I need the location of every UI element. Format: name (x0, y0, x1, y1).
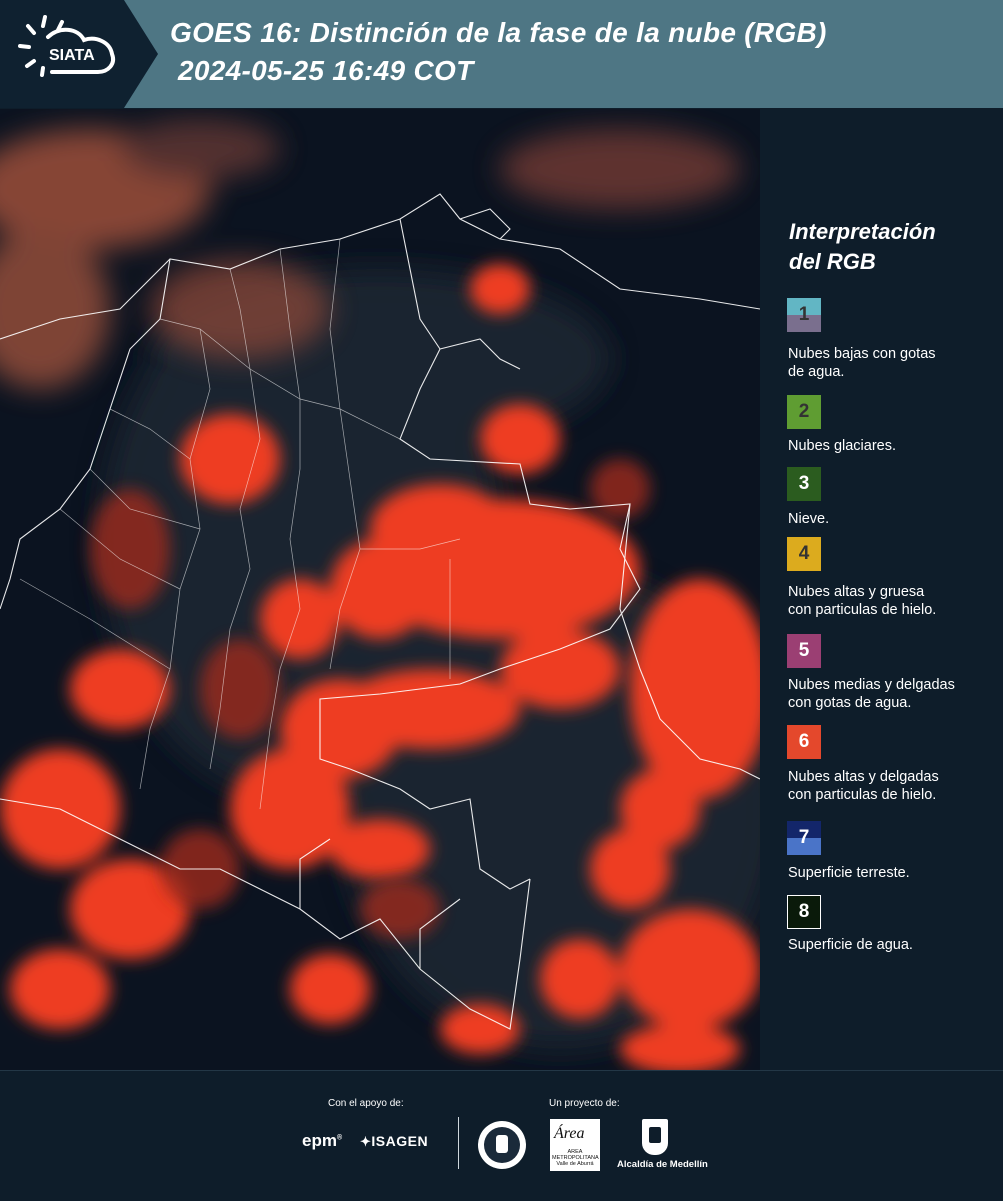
legend-swatch-3: 3 (787, 467, 821, 501)
support-label: Con el apoyo de: (328, 1098, 404, 1109)
legend-label-8: Superficie de agua. (788, 937, 913, 953)
header: SIATA GOES 16: Distinción de la fase de … (0, 0, 1003, 108)
legend-label-2: Nubes glaciares. (788, 438, 896, 454)
legend-label-5: Nubes medias y delgadas con gotas de agu… (788, 677, 955, 711)
legend-swatch-7: 7 (787, 821, 821, 855)
legend-number-2: 2 (798, 401, 810, 422)
alcaldia-text: Alcaldía de Medellín (617, 1159, 708, 1170)
map-image (0, 109, 760, 1070)
alcaldia-medellin-logo: Alcaldía de Medellín (617, 1119, 708, 1179)
isagen-logo: ✦ISAGEN (360, 1133, 429, 1149)
legend-label-3: Nieve. (788, 511, 830, 527)
legend-label-6: Nubes altas y delgadas con particulas de… (788, 769, 939, 803)
isagen-icon: ✦ (360, 1134, 372, 1149)
legend-number-3: 3 (798, 473, 810, 494)
legend-number-1: 1 (798, 304, 810, 325)
legend-label-4: Nubes altas y gruesa con particulas de h… (788, 584, 937, 618)
legend-label-7: Superficie terreste. (788, 865, 910, 881)
legend-swatch-1: 1 (787, 298, 821, 332)
legend-panel: Interpretación del RGB 1 Nubes bajas con… (760, 109, 1003, 1070)
legend-title: Interpretación del RGB (789, 217, 936, 277)
title-line-1: GOES 16: Distinción de la fase de la nub… (170, 17, 827, 48)
area-logo-word: Área (554, 1125, 585, 1142)
legend-number-8: 8 (798, 901, 810, 922)
page-title: GOES 16: Distinción de la fase de la nub… (170, 14, 827, 90)
siata-logo: SIATA (0, 0, 158, 108)
legend-swatch-8: 8 (787, 895, 821, 929)
epm-logo: epm® (302, 1131, 343, 1150)
legend-title-line-2: del RGB (789, 249, 876, 274)
legend-title-line-1: Interpretación (789, 219, 936, 244)
project-label: Un proyecto de: (549, 1098, 620, 1109)
legend-swatch-6: 6 (787, 725, 821, 759)
legend-swatch-2: 2 (787, 395, 821, 429)
footer: Con el apoyo de: Un proyecto de: epm® ✦I… (0, 1070, 1003, 1201)
alcaldia-shield-icon (642, 1119, 668, 1155)
satellite-map (0, 109, 760, 1070)
legend-swatch-5: 5 (787, 634, 821, 668)
legend-swatch-4: 4 (787, 537, 821, 571)
title-line-2: 2024-05-25 16:49 COT (178, 55, 474, 86)
legend-number-4: 4 (798, 543, 810, 564)
legend-number-5: 5 (798, 640, 810, 661)
legend-number-7: 7 (798, 827, 810, 848)
logo-text: SIATA (49, 47, 95, 64)
area-logo-caption: AREA METROPOLITANA Valle de Aburrá (552, 1149, 599, 1167)
legend-number-6: 6 (798, 731, 810, 752)
footer-divider (458, 1117, 459, 1169)
legend-label-1: Nubes bajas con gotas de agua. (788, 346, 936, 380)
university-seal-icon (478, 1121, 526, 1169)
area-metropolitana-logo: Área AREA METROPOLITANA Valle de Aburrá (550, 1119, 600, 1171)
